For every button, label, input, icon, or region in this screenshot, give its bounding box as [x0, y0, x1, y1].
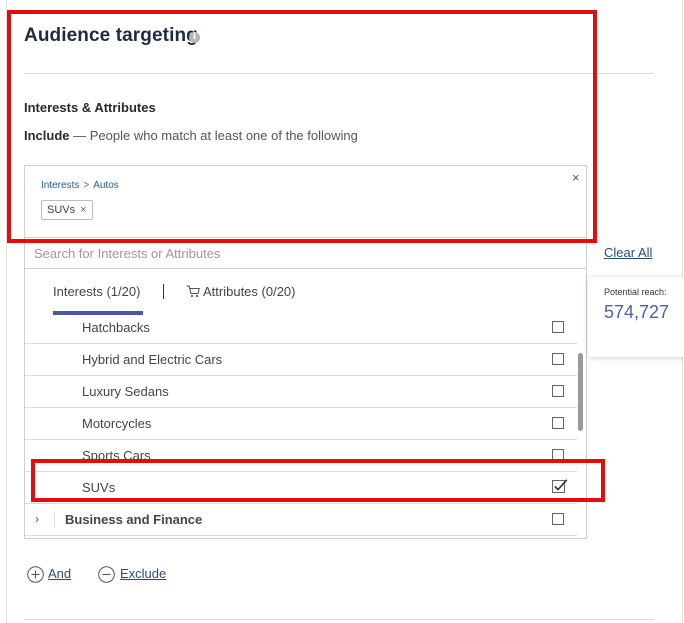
search-input[interactable] — [34, 244, 574, 262]
row-divider — [54, 511, 55, 527]
highlight-box — [31, 459, 605, 502]
list-item-label: Hatchbacks — [82, 320, 150, 335]
chevron-right-icon[interactable]: › — [35, 512, 39, 526]
plus-circle-icon[interactable] — [27, 566, 44, 583]
potential-reach-value: 574,727 — [604, 302, 670, 322]
clear-all-link[interactable]: Clear All — [604, 245, 652, 260]
bottom-divider — [24, 619, 654, 620]
minus-circle-icon[interactable] — [98, 566, 115, 583]
list-item-checkbox[interactable] — [552, 353, 564, 365]
list-item-label: Motorcycles — [82, 416, 152, 431]
tab-attributes[interactable]: Attributes (0/20) — [203, 284, 296, 299]
list-scrollbar[interactable] — [578, 353, 583, 431]
cart-icon — [186, 285, 200, 298]
tab-interests[interactable]: Interests (1/20) — [53, 284, 140, 299]
and-button[interactable]: And — [48, 566, 71, 581]
list-item-checkbox[interactable] — [552, 417, 564, 429]
category-label: Business and Finance — [65, 512, 203, 527]
potential-reach-label: Potential reach: — [604, 287, 667, 297]
list-item-checkbox[interactable] — [552, 321, 564, 333]
list-item-checkbox[interactable] — [552, 385, 564, 397]
highlight-box — [7, 10, 597, 243]
list-item-label: Hybrid and Electric Cars — [82, 352, 223, 367]
exclude-button[interactable]: Exclude — [120, 566, 166, 581]
list-item-checkbox[interactable] — [552, 513, 564, 525]
list-item-label: Luxury Sedans — [82, 384, 169, 399]
tab-divider — [163, 284, 164, 299]
